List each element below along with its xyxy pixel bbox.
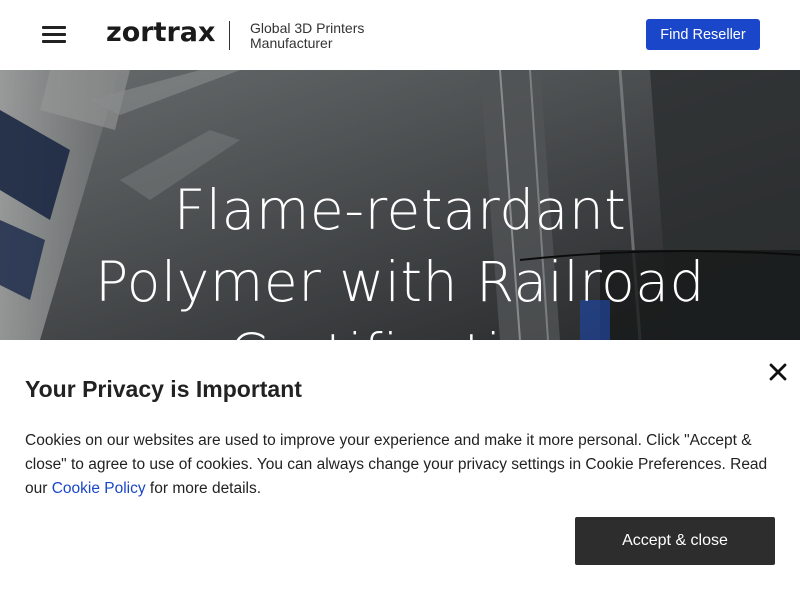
- close-icon[interactable]: [768, 362, 788, 382]
- hero-title-line-3: Certification: [0, 318, 800, 340]
- hero-title: Flame-retardant Polymer with Railroad Ce…: [0, 174, 800, 340]
- hero-banner: Flame-retardant Polymer with Railroad Ce…: [0, 70, 800, 340]
- find-reseller-button[interactable]: Find Reseller: [646, 19, 760, 50]
- privacy-dialog-title: Your Privacy is Important: [25, 376, 302, 402]
- site-header: zortrax Global 3D Printers Manufacturer …: [0, 0, 800, 70]
- hamburger-menu-icon[interactable]: [42, 24, 66, 46]
- zortrax-logo[interactable]: zortrax: [106, 17, 215, 48]
- tagline-line-1: Global 3D Printers: [250, 20, 365, 36]
- hero-title-line-1: Flame-retardant: [173, 178, 627, 242]
- accept-and-close-button[interactable]: Accept & close: [575, 517, 775, 565]
- tagline: Global 3D Printers Manufacturer: [250, 21, 380, 51]
- hero-title-line-2: Polymer with Railroad: [95, 250, 705, 314]
- tagline-line-2: Manufacturer: [250, 35, 333, 51]
- logo-divider: [229, 21, 230, 50]
- privacy-consent-dialog: Your Privacy is Important Cookies on our…: [0, 340, 800, 600]
- privacy-text-part-2: for more details.: [145, 480, 262, 497]
- privacy-dialog-text: Cookies on our websites are used to impr…: [25, 429, 785, 501]
- cookie-policy-link[interactable]: Cookie Policy: [52, 480, 146, 497]
